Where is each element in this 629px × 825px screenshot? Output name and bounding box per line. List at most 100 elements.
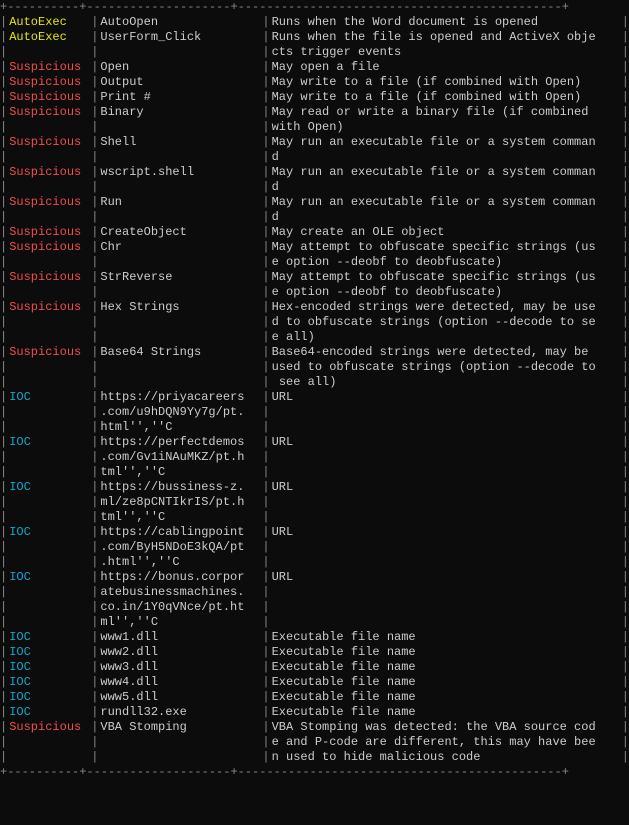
col-sep: | (0, 285, 7, 300)
col-sep: | (0, 270, 7, 285)
table-row: |||d| (0, 150, 629, 165)
table-row: ||html'',''C|| (0, 420, 629, 435)
table-row: |Suspicious|Shell|May run an executable … (0, 135, 629, 150)
col-sep: | (622, 375, 629, 390)
table-row: |Suspicious|Binary|May read or write a b… (0, 105, 629, 120)
col-sep: | (0, 30, 7, 45)
type-cell: IOC (7, 705, 91, 720)
col-sep: | (262, 300, 269, 315)
col-sep: | (262, 90, 269, 105)
type-cell: IOC (7, 645, 91, 660)
col-sep: | (0, 45, 7, 60)
col-sep: | (0, 135, 7, 150)
desc-cell: Base64-encoded strings were detected, ma… (270, 345, 622, 360)
col-sep: | (91, 195, 98, 210)
col-sep: | (0, 495, 7, 510)
col-sep: | (622, 405, 629, 420)
keyword-cell: www1.dll (98, 630, 262, 645)
desc-cell: e and P-code are different, this may hav… (270, 735, 622, 750)
col-sep: | (622, 600, 629, 615)
col-sep: | (91, 690, 98, 705)
col-sep: | (622, 120, 629, 135)
col-sep: | (622, 60, 629, 75)
keyword-cell: https://bonus.corpor (98, 570, 262, 585)
col-sep: | (622, 645, 629, 660)
col-sep: | (262, 480, 269, 495)
desc-cell: Hex-encoded strings were detected, may b… (270, 300, 622, 315)
col-sep: | (262, 360, 269, 375)
col-sep: | (262, 345, 269, 360)
col-sep: | (0, 225, 7, 240)
col-sep: | (622, 660, 629, 675)
col-sep: | (622, 75, 629, 90)
table-row: |Suspicious|StrReverse|May attempt to ob… (0, 270, 629, 285)
keyword-cell: www5.dll (98, 690, 262, 705)
col-sep: | (0, 720, 7, 735)
col-sep: | (0, 555, 7, 570)
keyword-cell: tml'',''C (98, 510, 262, 525)
col-sep: | (262, 585, 269, 600)
analysis-table: +----------+--------------------+-------… (0, 0, 629, 780)
col-sep: | (262, 135, 269, 150)
col-sep: | (0, 300, 7, 315)
desc-cell: e all) (270, 330, 622, 345)
type-cell: Suspicious (7, 195, 91, 210)
type-cell: Suspicious (7, 240, 91, 255)
table-row: |Suspicious|Print #|May write to a file … (0, 90, 629, 105)
col-sep: | (91, 555, 98, 570)
desc-cell: Executable file name (270, 630, 622, 645)
col-sep: | (622, 315, 629, 330)
keyword-cell: Shell (98, 135, 262, 150)
table-row: |AutoExec|AutoOpen|Runs when the Word do… (0, 15, 629, 30)
type-cell: Suspicious (7, 75, 91, 90)
col-sep: | (91, 60, 98, 75)
table-row: |IOC|https://bussiness-z.|URL| (0, 480, 629, 495)
keyword-cell: https://bussiness-z. (98, 480, 262, 495)
type-cell: AutoExec (7, 15, 91, 30)
col-sep: | (0, 570, 7, 585)
col-sep: | (262, 150, 269, 165)
col-sep: | (91, 480, 98, 495)
type-cell: IOC (7, 690, 91, 705)
col-sep: | (91, 285, 98, 300)
col-sep: | (91, 225, 98, 240)
col-sep: | (622, 90, 629, 105)
type-cell: Suspicious (7, 345, 91, 360)
desc-cell: e option --deobf to deobfuscate) (270, 285, 622, 300)
keyword-cell: .html'',''C (98, 555, 262, 570)
col-sep: | (622, 720, 629, 735)
desc-cell: May attempt to obfuscate specific string… (270, 270, 622, 285)
keyword-cell: Open (98, 60, 262, 75)
table-row: ||ml/ze8pCNTIkrIS/pt.h|| (0, 495, 629, 510)
col-sep: | (91, 630, 98, 645)
col-sep: | (622, 450, 629, 465)
desc-cell: May write to a file (if combined with Op… (270, 75, 622, 90)
table-row: ||co.in/1Y0qVNce/pt.ht|| (0, 600, 629, 615)
desc-cell: URL (270, 435, 622, 450)
col-sep: | (91, 435, 98, 450)
col-sep: | (91, 735, 98, 750)
col-sep: | (262, 15, 269, 30)
col-sep: | (0, 585, 7, 600)
keyword-cell: https://cablingpoint (98, 525, 262, 540)
table-row: |||d| (0, 210, 629, 225)
col-sep: | (91, 210, 98, 225)
col-sep: | (622, 195, 629, 210)
col-sep: | (262, 525, 269, 540)
col-sep: | (91, 420, 98, 435)
col-sep: | (0, 450, 7, 465)
col-sep: | (91, 645, 98, 660)
desc-cell: see all) (270, 375, 622, 390)
col-sep: | (91, 525, 98, 540)
table-row: ||.com/Gv1iNAuMKZ/pt.h|| (0, 450, 629, 465)
col-sep: | (91, 255, 98, 270)
col-sep: | (91, 330, 98, 345)
keyword-cell: ml/ze8pCNTIkrIS/pt.h (98, 495, 262, 510)
col-sep: | (0, 480, 7, 495)
col-sep: | (262, 570, 269, 585)
desc-cell: May write to a file (if combined with Op… (270, 90, 622, 105)
type-cell: Suspicious (7, 165, 91, 180)
col-sep: | (262, 60, 269, 75)
col-sep: | (622, 150, 629, 165)
col-sep: | (0, 360, 7, 375)
